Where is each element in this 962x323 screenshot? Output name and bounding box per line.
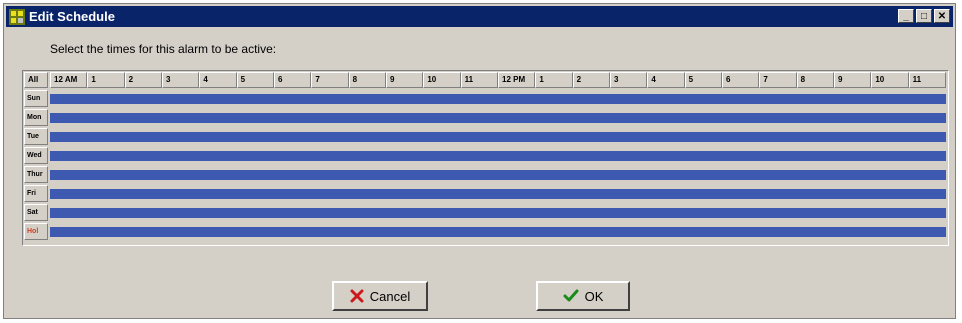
schedule-bar-fri[interactable] <box>50 189 946 199</box>
instruction-label: Select the times for this alarm to be ac… <box>50 42 277 56</box>
hour-header-cell[interactable]: 12 AM <box>50 72 88 88</box>
hour-header-cell[interactable]: 7 <box>759 72 797 88</box>
hour-header-cell[interactable]: 9 <box>834 72 872 88</box>
ok-label: OK <box>584 288 604 304</box>
hour-header-cell[interactable]: 10 <box>871 72 909 88</box>
schedule-bar-sun[interactable] <box>50 94 946 104</box>
hour-header-cell[interactable]: 8 <box>796 72 834 88</box>
hour-header-cell[interactable]: 2 <box>572 72 610 88</box>
title-bar: Edit Schedule _ □ ✕ <box>6 6 953 27</box>
close-icon: ✕ <box>937 10 947 22</box>
day-label-wed[interactable]: Wed <box>24 147 48 164</box>
hour-header-cell[interactable]: 4 <box>199 72 237 88</box>
hour-header-cell[interactable]: 9 <box>386 72 424 88</box>
hour-header-cell[interactable]: 2 <box>124 72 162 88</box>
hour-header-cell[interactable]: 6 <box>274 72 312 88</box>
hour-header-cell[interactable]: 5 <box>684 72 722 88</box>
green-check-icon <box>563 289 579 302</box>
hour-header-cell[interactable]: 5 <box>236 72 274 88</box>
hour-header-cell[interactable]: 1 <box>87 72 125 88</box>
red-x-icon <box>350 289 364 303</box>
day-label-sun[interactable]: Sun <box>24 90 48 107</box>
hour-header-row: All 12 AM 1 2 3 4 5 6 7 8 9 10 11 12 PM 1 2 3 4 5 6 7 8 9 10 11 <box>23 71 948 89</box>
hour-header-cell[interactable]: 11 <box>460 72 498 88</box>
hour-header-cell[interactable]: 3 <box>610 72 648 88</box>
hour-header-cell[interactable]: 6 <box>722 72 760 88</box>
day-label-fri[interactable]: Fri <box>24 185 48 202</box>
hour-header-cell[interactable]: 11 <box>908 72 946 88</box>
schedule-grid: All 12 AM 1 2 3 4 5 6 7 8 9 10 11 12 PM 1 2 3 4 5 6 7 8 9 10 11… <box>22 70 949 246</box>
day-label-sat[interactable]: Sat <box>24 204 48 221</box>
hour-header-cell[interactable]: 1 <box>535 72 573 88</box>
window-title: Edit Schedule <box>29 9 115 24</box>
schedule-bar-thur[interactable] <box>50 170 946 180</box>
cancel-label: Cancel <box>369 288 411 304</box>
hour-header-cell[interactable]: 7 <box>311 72 349 88</box>
edit-schedule-window: Edit Schedule _ □ ✕ Select the times for… <box>3 3 956 319</box>
hour-header-cell[interactable]: 10 <box>423 72 461 88</box>
schedule-bar-tue[interactable] <box>50 132 946 142</box>
hour-header-cell[interactable]: 12 PM <box>498 72 536 88</box>
day-label-tue[interactable]: Tue <box>24 128 48 145</box>
hour-header-cell[interactable]: 8 <box>348 72 386 88</box>
select-all-button[interactable]: All <box>24 72 48 88</box>
schedule-app-icon <box>9 8 25 25</box>
schedule-bar-hol[interactable] <box>50 227 946 237</box>
day-label-thur[interactable]: Thur <box>24 166 48 183</box>
minimize-button[interactable]: _ <box>898 9 914 23</box>
maximize-button[interactable]: □ <box>916 9 932 23</box>
hour-header-cell[interactable]: 4 <box>647 72 685 88</box>
day-label-hol[interactable]: Hol <box>24 223 48 240</box>
schedule-bar-wed[interactable] <box>50 151 946 161</box>
minimize-icon: _ <box>903 10 909 22</box>
day-label-mon[interactable]: Mon <box>24 109 48 126</box>
hour-header-cell[interactable]: 3 <box>162 72 200 88</box>
schedule-bar-mon[interactable] <box>50 113 946 123</box>
close-button[interactable]: ✕ <box>934 9 950 23</box>
schedule-bar-sat[interactable] <box>50 208 946 218</box>
ok-button[interactable]: OK <box>536 281 630 311</box>
maximize-icon: □ <box>920 10 928 22</box>
cancel-button[interactable]: Cancel <box>332 281 428 311</box>
